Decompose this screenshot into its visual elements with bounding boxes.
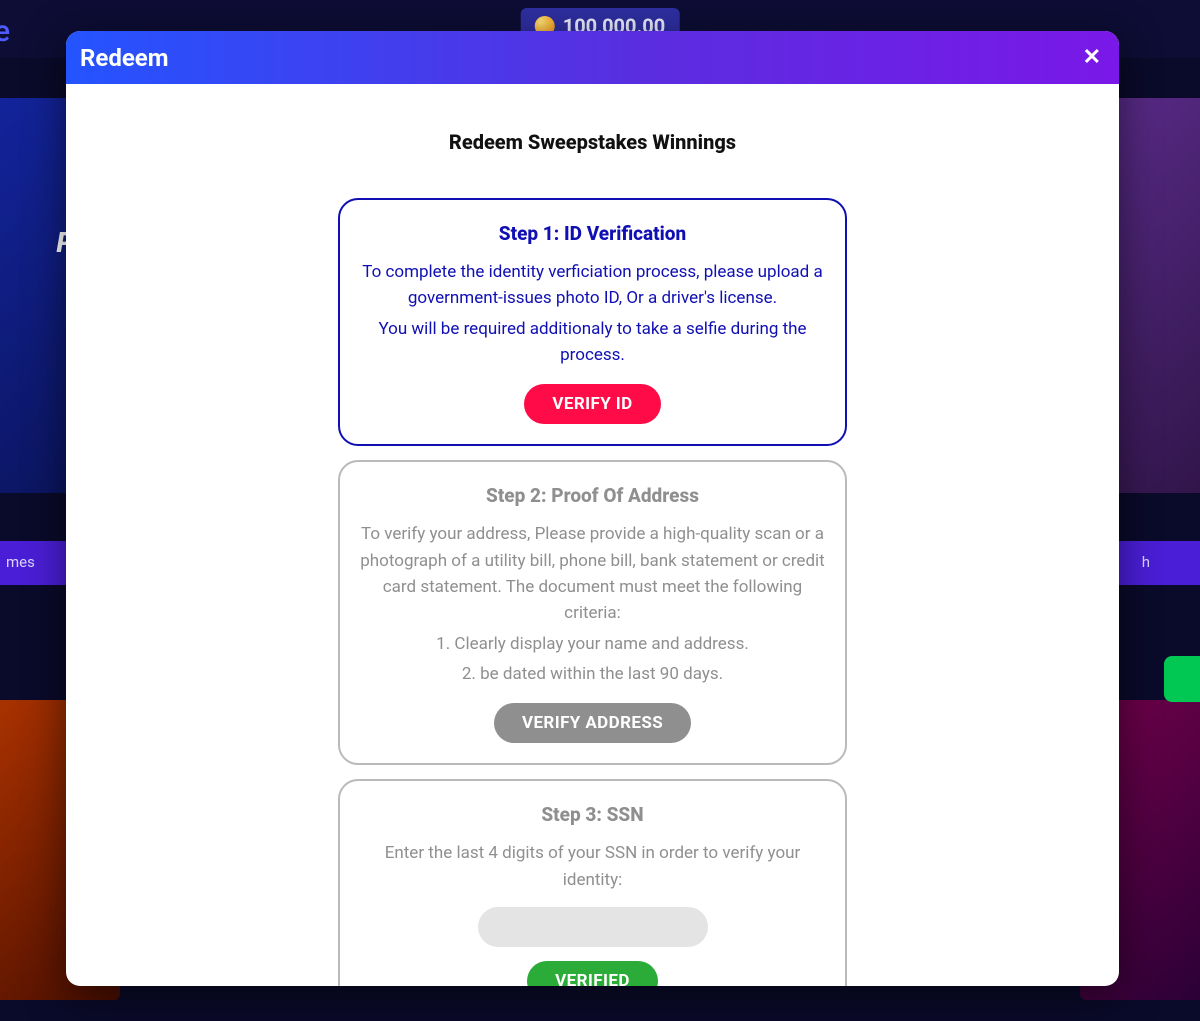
step-2-heading: Step 2: Proof Of Address	[360, 484, 825, 507]
step-2-text-a: To verify your address, Please provide a…	[360, 521, 825, 626]
step-3-heading: Step 3: SSN	[360, 803, 825, 826]
bg-logo-fragment: e	[0, 14, 10, 49]
verify-address-button[interactable]: VERIFY ADDRESS	[494, 703, 691, 743]
step-1-heading: Step 1: ID Verification	[360, 222, 825, 245]
step-2-text-b: 1. Clearly display your name and address…	[360, 631, 825, 657]
step-1-text-a: To complete the identity verficiation pr…	[360, 259, 825, 312]
step-2-card: Step 2: Proof Of Address To verify your …	[338, 460, 847, 765]
bg-nav-left-fragment: mes	[6, 553, 35, 571]
close-icon[interactable]: ✕	[1083, 45, 1101, 70]
verify-id-button[interactable]: VERIFY ID	[524, 384, 660, 424]
ssn-input[interactable]	[478, 907, 708, 947]
step-3-text-a: Enter the last 4 digits of your SSN in o…	[360, 840, 825, 893]
bg-nav-right-fragment: h	[1142, 553, 1150, 571]
step-1-text-b: You will be required additionaly to take…	[360, 316, 825, 369]
verified-button[interactable]: VERIFIED	[527, 961, 658, 986]
redeem-modal: Redeem ✕ Redeem Sweepstakes Winnings Ste…	[66, 31, 1119, 986]
modal-title: Redeem	[80, 44, 169, 72]
step-2-text-c: 2. be dated within the last 90 days.	[360, 661, 825, 687]
step-3-card: Step 3: SSN Enter the last 4 digits of y…	[338, 779, 847, 986]
bg-chat-tab	[1164, 656, 1200, 702]
modal-body: Redeem Sweepstakes Winnings Step 1: ID V…	[66, 84, 1119, 986]
modal-header: Redeem ✕	[66, 31, 1119, 84]
step-1-card: Step 1: ID Verification To complete the …	[338, 198, 847, 446]
section-title: Redeem Sweepstakes Winnings	[449, 130, 736, 154]
